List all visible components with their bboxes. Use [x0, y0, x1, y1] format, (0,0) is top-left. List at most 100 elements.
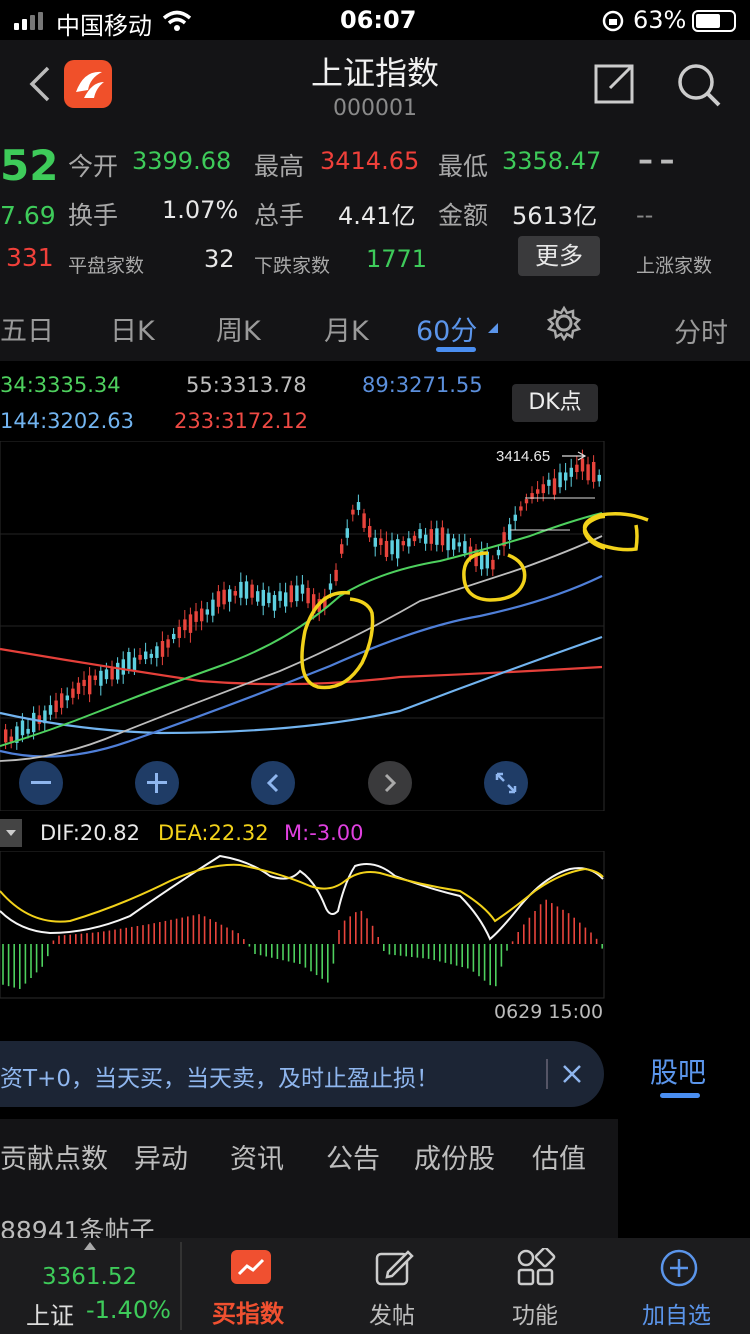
tab-week-k[interactable]: 周K — [216, 309, 261, 348]
candle-body — [272, 595, 277, 611]
candle-body — [155, 646, 159, 658]
down-value: 1771 — [366, 245, 428, 273]
edit-post-icon[interactable] — [374, 1248, 414, 1288]
candle-body — [172, 633, 176, 640]
candle-body — [110, 668, 114, 680]
candle-body — [547, 479, 551, 486]
grid-apps-icon[interactable] — [516, 1248, 556, 1288]
candle-body — [356, 502, 361, 510]
add-favorite-label[interactable]: 加自选 — [642, 1296, 711, 1330]
high-marker-label: 3414.65 — [496, 448, 550, 465]
candle-body — [592, 461, 596, 482]
index-name[interactable]: 上证 — [26, 1296, 74, 1331]
banner-divider — [546, 1059, 548, 1089]
index-change[interactable]: -1.40% — [86, 1296, 171, 1324]
wifi-icon — [162, 10, 192, 31]
up-count: 331 — [6, 243, 54, 272]
high-label: 最高 — [254, 152, 305, 181]
candle-body — [351, 509, 355, 515]
macd-chart[interactable] — [0, 851, 605, 999]
macd-dea: DEA:22.32 — [158, 821, 269, 845]
candle-body — [597, 474, 601, 482]
rotation-lock-icon — [602, 10, 624, 32]
candle-body — [345, 528, 349, 538]
tab-news[interactable]: 资讯 — [230, 1137, 284, 1176]
candle-body — [457, 542, 461, 547]
tab-announcement[interactable]: 公告 — [326, 1137, 380, 1176]
open-value: 3399.68 — [132, 147, 232, 175]
candle-body — [340, 544, 344, 554]
candle-body — [211, 599, 215, 616]
tab-movement[interactable]: 异动 — [134, 1137, 188, 1176]
function-label[interactable]: 功能 — [512, 1296, 558, 1330]
tab-valuation[interactable]: 估值 — [532, 1137, 586, 1176]
candle-body — [580, 458, 585, 472]
open-label: 今开 — [68, 152, 119, 181]
gear-icon[interactable] — [546, 305, 582, 341]
candle-body — [418, 529, 422, 539]
tab-contribution[interactable]: 贡献点数 — [0, 1137, 108, 1176]
candle-body — [177, 626, 181, 638]
period-tabs: 五日 日K 周K 月K 60分 — [0, 293, 618, 361]
tab-day-k[interactable]: 日K — [110, 309, 155, 348]
tab-constituents[interactable]: 成份股 — [414, 1137, 495, 1176]
search-icon[interactable] — [676, 62, 722, 108]
macd-dif: DIF:20.82 — [40, 821, 141, 845]
price-change: 7.69 — [0, 201, 56, 230]
candle-body — [536, 489, 540, 494]
candlestick-chart[interactable]: 3414.65 — [0, 441, 605, 811]
candle-body — [412, 535, 417, 542]
candle-body — [26, 728, 30, 734]
guba-indicator — [660, 1093, 700, 1098]
candle-body — [289, 585, 293, 603]
candle-body — [362, 513, 366, 528]
candle-body — [407, 538, 411, 547]
candle-body — [250, 584, 254, 598]
annotation-circle-3-ext — [582, 512, 649, 552]
candle-body — [368, 526, 372, 538]
carrier-name: 中国移动 — [56, 12, 152, 40]
scroll-right-button[interactable] — [368, 761, 412, 805]
candle-body — [194, 611, 198, 622]
buy-index-icon[interactable] — [231, 1250, 271, 1284]
tab-timeshare[interactable]: 分时 — [674, 311, 728, 350]
close-icon[interactable] — [562, 1064, 582, 1084]
candle-body — [491, 559, 495, 570]
add-favorite-icon[interactable] — [659, 1248, 699, 1288]
caret-down-icon — [488, 323, 498, 333]
post-label[interactable]: 发帖 — [369, 1296, 415, 1330]
flat-value: 32 — [204, 245, 235, 273]
amount-value: 5613亿 — [512, 202, 598, 230]
index-value[interactable]: 3361.52 — [42, 1264, 137, 1290]
dk-point-button[interactable]: DK点 — [512, 384, 598, 422]
candle-body — [569, 467, 573, 477]
share-icon[interactable] — [592, 62, 636, 106]
macd-selector[interactable] — [0, 819, 22, 847]
candle-body — [564, 472, 568, 481]
tab-guba[interactable]: 股吧 — [650, 1051, 706, 1091]
zoom-out-button[interactable] — [19, 761, 63, 805]
candle-body — [424, 534, 428, 544]
tab-month-k[interactable]: 月K — [324, 309, 369, 348]
ma233-label: 233:3172.12 — [174, 409, 308, 433]
chart-date-label: 0629 15:00 — [494, 1001, 604, 1023]
low-value: 3358.47 — [502, 147, 602, 175]
tab-60min[interactable]: 60分 — [416, 309, 477, 348]
candle-body — [32, 712, 36, 733]
candle-body — [149, 653, 153, 658]
promo-banner[interactable]: 资T+0，当天买，当天卖，及时止盈止损！ — [0, 1041, 604, 1107]
candle-body — [452, 538, 456, 550]
candle-body — [239, 581, 243, 598]
turnover-value: 1.07% — [162, 196, 239, 224]
candle-body — [558, 472, 562, 488]
scroll-left-button[interactable] — [251, 761, 295, 805]
zoom-in-button[interactable] — [135, 761, 179, 805]
candle-body — [121, 659, 125, 675]
guba-panel: 股吧 — [624, 1031, 750, 1129]
buy-index-label[interactable]: 买指数 — [212, 1294, 284, 1329]
candle-body — [54, 700, 58, 713]
fullscreen-button[interactable] — [484, 761, 528, 805]
stock-code: 000001 — [333, 96, 417, 121]
more-button[interactable]: 更多 — [518, 236, 600, 276]
tab-five-day[interactable]: 五日 — [0, 309, 54, 348]
